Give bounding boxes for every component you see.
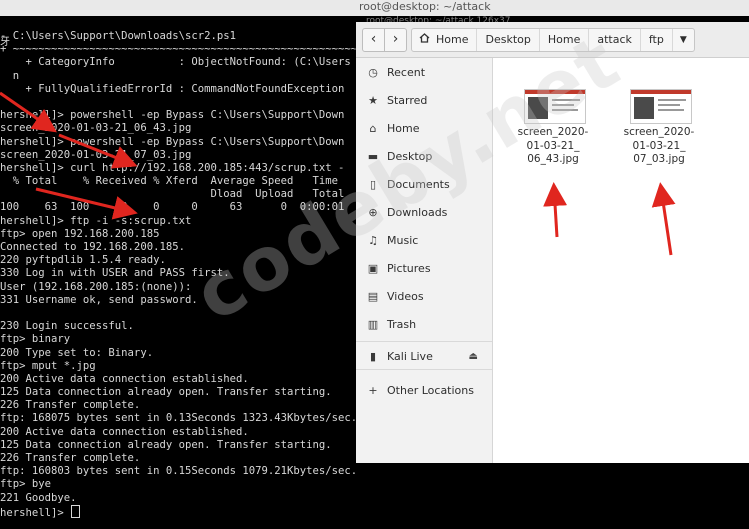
- trash-icon: ▥: [367, 317, 379, 331]
- window-title-bar: root@desktop: ~/attack: [0, 0, 749, 17]
- sidebar-item-label: Recent: [387, 65, 426, 79]
- breadcrumb-home[interactable]: Home: [412, 29, 478, 51]
- breadcrumb-dropdown-icon[interactable]: ▼: [673, 29, 694, 51]
- sidebar-item-label: Trash: [387, 317, 417, 331]
- sidebar-item-pictures[interactable]: ▣ Pictures: [356, 256, 492, 280]
- sidebar-item-music[interactable]: ♫ Music: [356, 228, 492, 252]
- sidebar-item-videos[interactable]: ▤ Videos: [356, 284, 492, 308]
- sidebar-separator: [356, 369, 492, 370]
- desktop-icon: ▬: [367, 149, 379, 163]
- sidebar-item-desktop[interactable]: ▬ Desktop: [356, 144, 492, 168]
- breadcrumb-home-2[interactable]: Home: [540, 29, 590, 51]
- sidebar-item-trash[interactable]: ▥ Trash: [356, 312, 492, 336]
- sidebar-item-label: Other Locations: [387, 383, 474, 397]
- picture-icon: ▣: [367, 261, 379, 275]
- sidebar-item-label: Documents: [387, 177, 450, 191]
- sidebar-item-label: Videos: [387, 289, 424, 303]
- terminal-line: ftp> bye: [0, 478, 52, 491]
- home-icon: ⌂: [369, 121, 377, 135]
- drive-icon: ▮: [369, 349, 377, 363]
- sidebar-item-home[interactable]: ⌂ Home: [356, 116, 492, 140]
- terminal-line: 221 Goodbye.: [0, 491, 77, 504]
- file-name: screen_2020- 01-03-21_ 06_43.jpg: [517, 126, 589, 165]
- image-thumbnail: [630, 89, 692, 124]
- file-manager-window[interactable]: ‹ › Home Desktop Home attack ftp ▼ ◷ Rece…: [356, 22, 749, 463]
- sidebar-item-label: Music: [387, 233, 419, 247]
- sidebar-item-documents[interactable]: ▯ Documents: [356, 172, 492, 196]
- sidebar-separator: [356, 341, 492, 342]
- sidebar-item-starred[interactable]: ★ Starred: [356, 88, 492, 112]
- eject-icon[interactable]: ⏏: [469, 351, 478, 362]
- download-icon: ⊕: [368, 205, 378, 219]
- file-name: screen_2020- 01-03-21_ 07_03.jpg: [623, 126, 695, 165]
- sidebar-item-label: Kali Live: [387, 349, 433, 363]
- music-icon: ♫: [368, 233, 378, 247]
- terminal-cursor: [71, 504, 81, 518]
- breadcrumb-attack[interactable]: attack: [589, 29, 641, 51]
- back-button[interactable]: ‹: [362, 28, 385, 52]
- terminal-line: hershell]>: [0, 504, 434, 519]
- sidebar-item-label: Downloads: [387, 205, 448, 219]
- star-icon: ★: [368, 93, 378, 107]
- video-icon: ▤: [367, 289, 379, 303]
- plus-icon: +: [368, 383, 378, 397]
- document-icon: ▯: [369, 177, 377, 191]
- window-title: root@desktop: ~/attack: [359, 0, 491, 13]
- breadcrumb-desktop[interactable]: Desktop: [477, 29, 540, 51]
- sidebar-item-recent[interactable]: ◷ Recent: [356, 60, 492, 84]
- home-icon: [419, 29, 430, 51]
- sidebar-item-label: Pictures: [387, 261, 431, 275]
- sidebar-item-label: Home: [387, 121, 420, 135]
- breadcrumb: Home Desktop Home attack ftp ▼: [411, 28, 695, 52]
- sidebar-item-label: Desktop: [387, 149, 433, 163]
- file-manager-header: ‹ › Home Desktop Home attack ftp ▼: [356, 22, 749, 58]
- sidebar-item-downloads[interactable]: ⊕ Downloads: [356, 200, 492, 224]
- sidebar-item-kali-live[interactable]: ▮ Kali Live ⏏: [356, 344, 492, 368]
- sidebar-item-other-locations[interactable]: + Other Locations: [356, 378, 492, 402]
- places-sidebar: ◷ Recent ★ Starred ⌂ Home ▬ Desktop ▯ Documents ⊕ D…: [356, 58, 493, 463]
- forward-button[interactable]: ›: [384, 28, 407, 52]
- image-thumbnail: [524, 89, 586, 124]
- breadcrumb-ftp[interactable]: ftp: [641, 29, 673, 51]
- sidebar-item-label: Starred: [387, 93, 428, 107]
- clock-icon: ◷: [368, 65, 378, 79]
- terminal-line: ftp: 160803 bytes sent in 0.15Seconds 10…: [0, 465, 358, 478]
